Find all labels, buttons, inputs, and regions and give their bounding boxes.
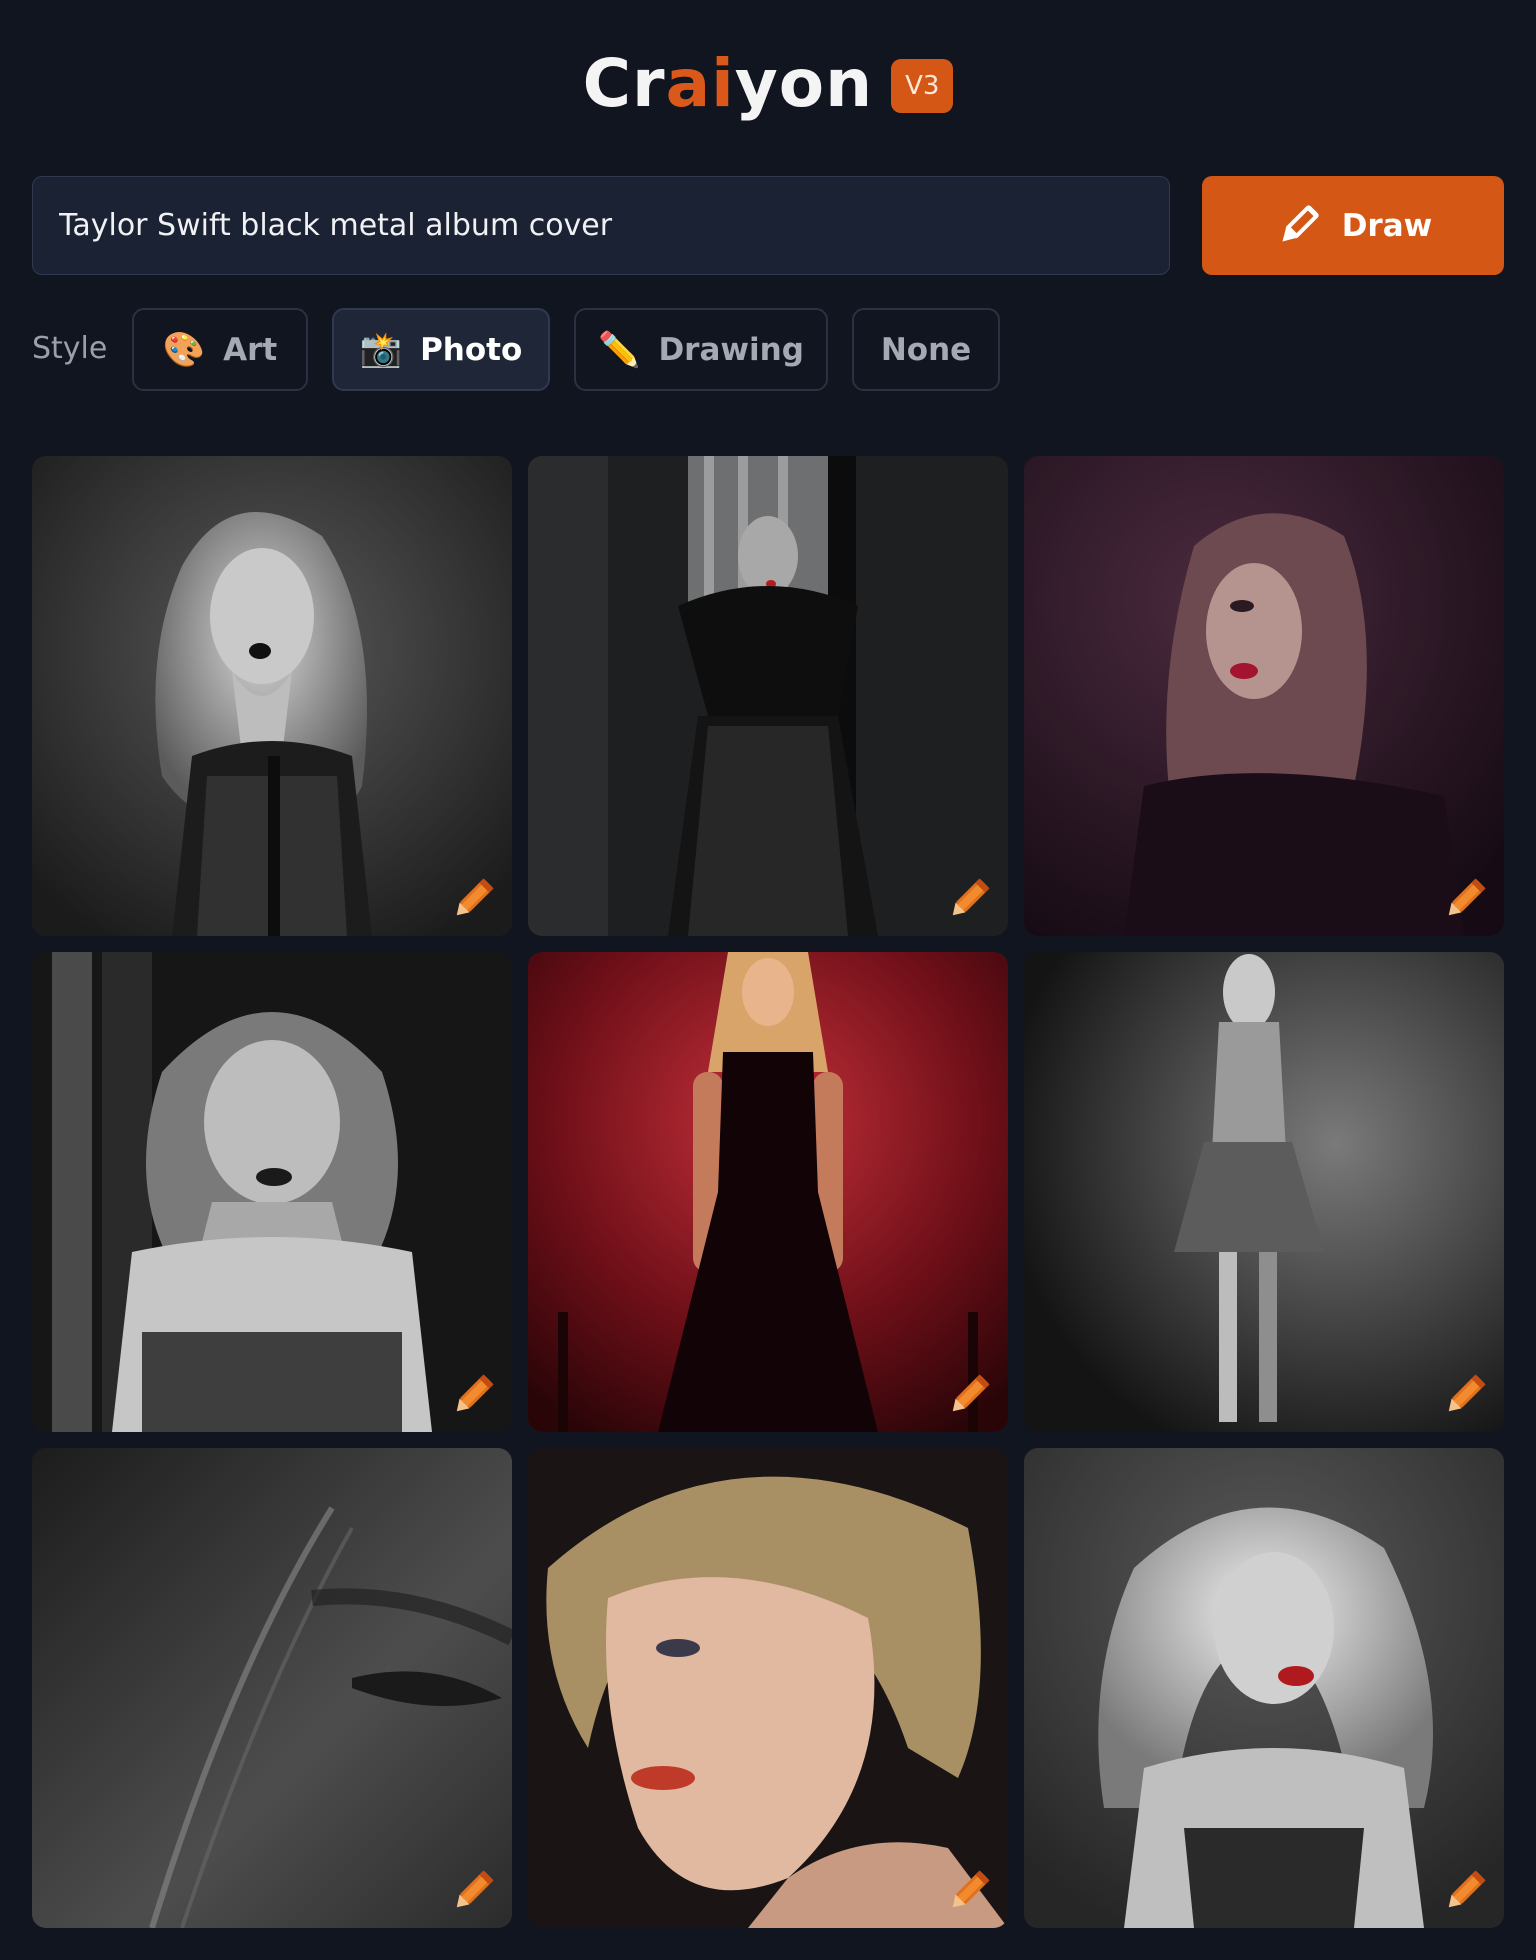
pencil-edit-icon[interactable] xyxy=(944,874,994,924)
pencil-icon xyxy=(1282,204,1319,242)
generated-image-2[interactable] xyxy=(528,456,1008,936)
generated-image-5[interactable] xyxy=(528,952,1008,1432)
pencil-icon: ✏️ xyxy=(598,329,641,370)
version-badge: V3 xyxy=(891,59,954,113)
image-content xyxy=(1024,952,1504,1432)
generated-image-6[interactable] xyxy=(1024,952,1504,1432)
pencil-edit-icon[interactable] xyxy=(448,1370,498,1420)
style-chip-none[interactable]: None xyxy=(852,308,1000,391)
camera-flash-icon: 📸 xyxy=(359,329,403,370)
pencil-edit-icon[interactable] xyxy=(1440,1866,1490,1916)
pencil-edit-icon[interactable] xyxy=(944,1370,994,1420)
pencil-edit-icon[interactable] xyxy=(1440,1370,1490,1420)
style-chip-photo[interactable]: 📸 Photo xyxy=(332,308,550,391)
app-logo[interactable]: Craiyon xyxy=(583,44,874,124)
pencil-edit-icon[interactable] xyxy=(1440,874,1490,924)
draw-button[interactable]: Draw xyxy=(1202,176,1504,275)
style-chip-label: Photo xyxy=(420,331,523,368)
image-content xyxy=(32,952,512,1432)
generated-image-4[interactable] xyxy=(32,952,512,1432)
image-content xyxy=(1024,456,1504,936)
header: Craiyon V3 xyxy=(0,44,1536,124)
style-chip-label: Art xyxy=(223,331,278,368)
style-label: Style xyxy=(32,331,108,366)
generated-image-1[interactable] xyxy=(32,456,512,936)
pencil-edit-icon[interactable] xyxy=(944,1866,994,1916)
generated-image-7[interactable] xyxy=(32,1448,512,1928)
pencil-edit-icon[interactable] xyxy=(448,1866,498,1916)
generated-image-9[interactable] xyxy=(1024,1448,1504,1928)
generated-image-8[interactable] xyxy=(528,1448,1008,1928)
image-content xyxy=(528,456,1008,936)
image-content xyxy=(32,1448,512,1928)
prompt-input[interactable] xyxy=(32,176,1170,275)
style-chip-drawing[interactable]: ✏️ Drawing xyxy=(574,308,828,391)
style-chip-label: None xyxy=(880,331,972,368)
palette-icon: 🎨 xyxy=(162,329,206,370)
image-content xyxy=(528,952,1008,1432)
image-content xyxy=(1024,1448,1504,1928)
image-content xyxy=(32,456,512,936)
pencil-edit-icon[interactable] xyxy=(448,874,498,924)
draw-button-label: Draw xyxy=(1341,207,1433,244)
image-content xyxy=(528,1448,1008,1928)
generated-image-3[interactable] xyxy=(1024,456,1504,936)
craiyon-page: Craiyon V3 Draw Style 🎨 Art 📸 Photo ✏️ D… xyxy=(0,0,1536,1960)
style-chip-label: Drawing xyxy=(658,331,804,368)
style-chip-art[interactable]: 🎨 Art xyxy=(132,308,308,391)
